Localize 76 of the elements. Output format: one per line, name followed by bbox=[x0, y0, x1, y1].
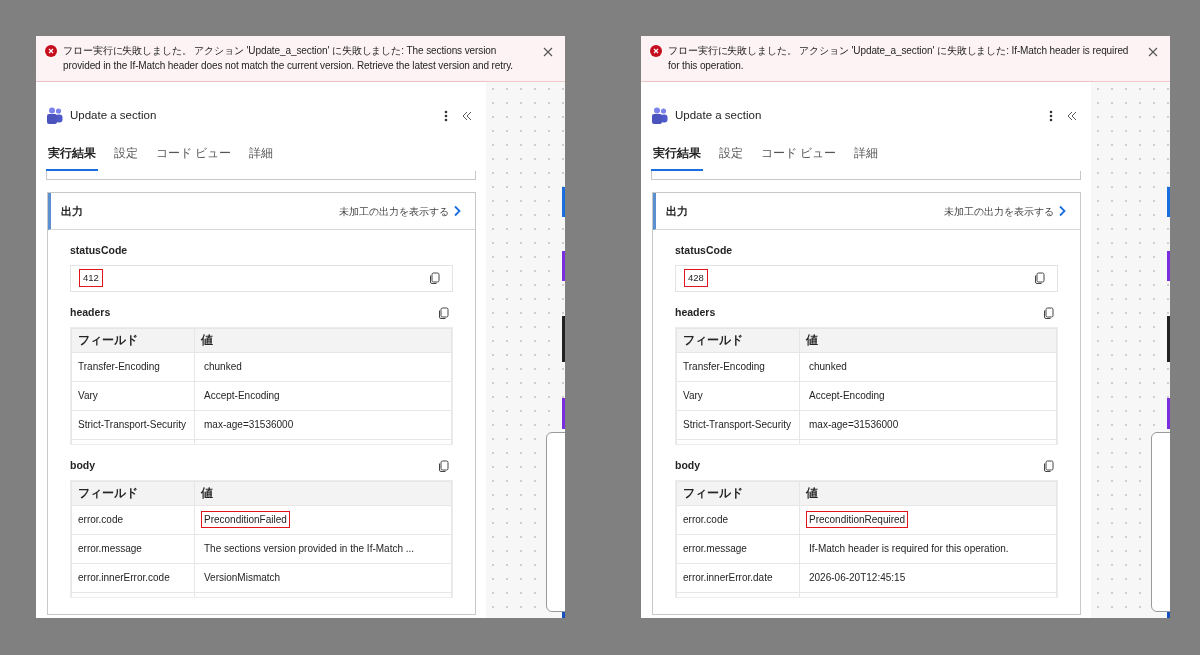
tab[interactable]: 詳細 bbox=[852, 144, 881, 171]
table-cell: Strict-Transport-Security bbox=[676, 410, 800, 440]
table-cell-text: max-age=31536000 bbox=[808, 418, 900, 433]
field-label: statusCode bbox=[70, 243, 128, 258]
chevron-right-icon bbox=[1058, 205, 1066, 217]
table-cell-text: The sections version provided in the If-Match ... bbox=[203, 542, 416, 557]
highlighted-value: PreconditionFailed bbox=[201, 511, 290, 529]
copy-icon bbox=[438, 306, 449, 319]
table-cell-text: Accept-Encoding bbox=[203, 389, 281, 404]
close-button[interactable] bbox=[1146, 45, 1160, 59]
action-title: Update a section bbox=[675, 107, 763, 123]
column-header: フィールド bbox=[71, 328, 195, 353]
field-label: statusCode bbox=[675, 243, 733, 258]
tab[interactable]: 実行結果 bbox=[46, 144, 98, 171]
column-header: フィールド bbox=[71, 481, 195, 506]
table-cell: error.code bbox=[676, 505, 800, 535]
table-cell: Strict-Transport-Security bbox=[71, 410, 195, 440]
column-header: 値 bbox=[194, 328, 452, 353]
table-cell: Transfer-Encoding bbox=[676, 352, 800, 382]
column-header: フィールド bbox=[676, 328, 800, 353]
table-cell: Transfer-Encoding bbox=[71, 352, 195, 382]
close-button[interactable] bbox=[541, 45, 555, 59]
field-label: headers bbox=[675, 304, 716, 320]
action-title: Update a section bbox=[70, 107, 158, 123]
field-label: body bbox=[675, 457, 701, 473]
copy-icon bbox=[438, 459, 449, 472]
table-cell: error.innerError.code bbox=[71, 563, 195, 593]
table-cell-text: If-Match header is required for this operation. bbox=[808, 542, 1010, 557]
table-cell-text: chunked bbox=[808, 360, 848, 375]
close-icon bbox=[1148, 47, 1158, 57]
copy-icon bbox=[1034, 272, 1045, 285]
show-raw-output-link[interactable]: 未加工の出力を表示する bbox=[944, 203, 1054, 219]
table-cell: error.innerError.date bbox=[676, 563, 800, 593]
section-title: 出力 bbox=[61, 203, 84, 219]
teams-icon bbox=[46, 106, 64, 125]
close-icon bbox=[543, 47, 553, 57]
double-chevron-icon bbox=[1067, 110, 1077, 121]
table-cell-text: 2026-06-20T12:45:15 bbox=[808, 571, 907, 586]
table-cell-text: VersionMismatch bbox=[203, 571, 282, 586]
column-header: 値 bbox=[799, 481, 1057, 506]
field-label: body bbox=[70, 457, 96, 473]
tab[interactable]: コード ビュー bbox=[154, 144, 234, 171]
table-cell-text: Accept-Encoding bbox=[808, 389, 886, 404]
copy-icon bbox=[429, 272, 440, 285]
tab[interactable]: コード ビュー bbox=[759, 144, 839, 171]
highlighted-value: 412 bbox=[79, 269, 103, 288]
more-icon bbox=[1049, 109, 1053, 122]
column-header: フィールド bbox=[676, 481, 800, 506]
chevron-right-icon bbox=[453, 205, 461, 217]
tab[interactable]: 詳細 bbox=[247, 144, 276, 171]
teams-icon bbox=[651, 106, 669, 125]
double-chevron-icon bbox=[462, 110, 472, 121]
more-icon bbox=[444, 109, 448, 122]
table-cell: error.code bbox=[71, 505, 195, 535]
table-cell: error.message bbox=[71, 534, 195, 564]
tab[interactable]: 設定 bbox=[112, 144, 140, 171]
column-header: 値 bbox=[799, 328, 1057, 353]
table-cell: Vary bbox=[676, 381, 800, 411]
error-icon bbox=[45, 45, 57, 57]
copy-icon bbox=[1043, 306, 1054, 319]
tab[interactable]: 実行結果 bbox=[651, 144, 703, 171]
highlighted-value: 428 bbox=[684, 269, 708, 288]
error-message: フロー実行に失敗しました。 アクション 'Update_a_section' に失敗しました: If-Match header is required for this operation. bbox=[668, 44, 1130, 73]
show-raw-output-link[interactable]: 未加工の出力を表示する bbox=[339, 203, 449, 219]
error-message: フロー実行に失敗しました。 アクション 'Update_a_section' に失敗しました: The sections version provided in the If-Match header does not match the current version. Retrieve the latest version and retry. bbox=[63, 44, 514, 73]
highlighted-value: PreconditionRequired bbox=[806, 511, 909, 529]
column-header: 値 bbox=[194, 481, 452, 506]
tab[interactable]: 設定 bbox=[717, 144, 745, 171]
field-label: headers bbox=[70, 304, 111, 320]
table-cell: Vary bbox=[71, 381, 195, 411]
copy-icon bbox=[1043, 459, 1054, 472]
error-icon bbox=[650, 45, 662, 57]
table-cell-text: max-age=31536000 bbox=[203, 418, 295, 433]
table-cell-text: chunked bbox=[203, 360, 243, 375]
section-title: 出力 bbox=[666, 203, 689, 219]
table-cell: error.message bbox=[676, 534, 800, 564]
